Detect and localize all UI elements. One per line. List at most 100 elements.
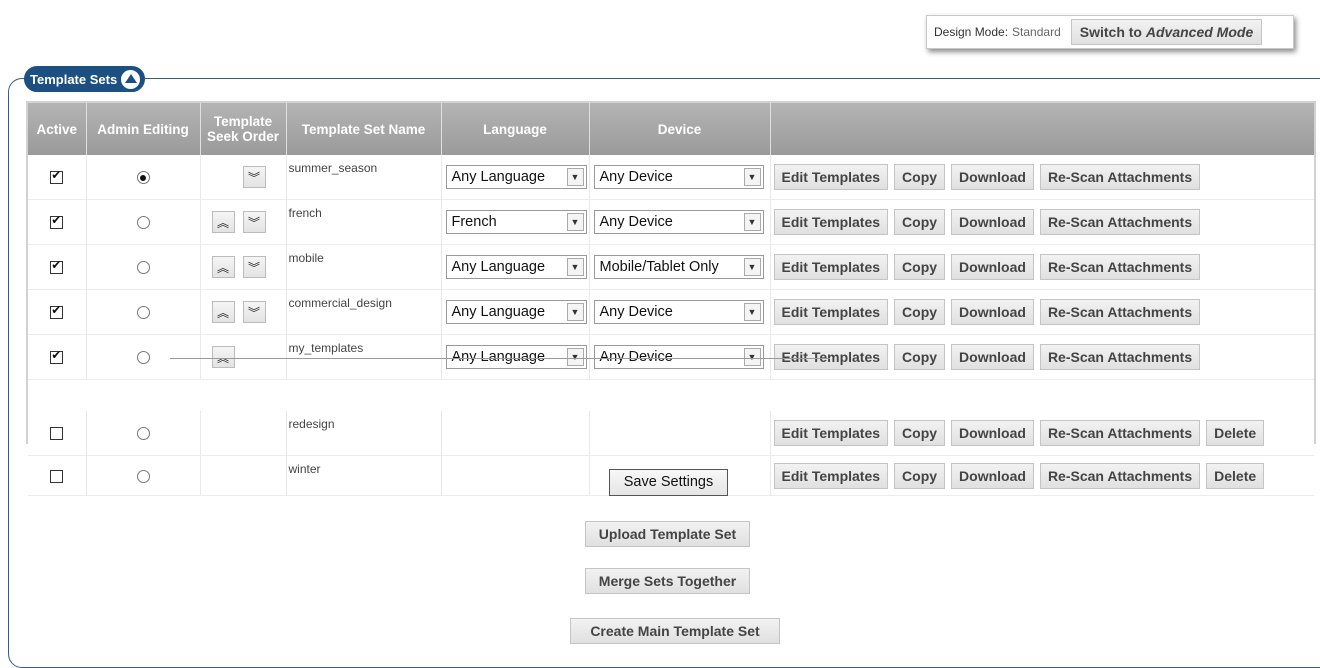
device-value: Any Device [599, 304, 673, 320]
admin-editing-radio[interactable] [136, 306, 150, 320]
language-select[interactable]: Any Language ▼ [445, 300, 587, 324]
design-mode-box: Design Mode: Standard Switch to Advanced… [926, 15, 1294, 49]
seek-order-cell [200, 411, 287, 456]
copy-button[interactable]: Copy [894, 420, 946, 446]
seek-order-controls: ︽ ︾ [201, 211, 286, 233]
language-value: Any Language [451, 169, 546, 185]
active-cell [28, 334, 87, 380]
actions-cell: Edit Templates Copy Download Re-Scan Attach… [770, 455, 1314, 496]
move-down-icon[interactable]: ︾ [242, 166, 266, 188]
admin-editing-radio[interactable] [136, 261, 150, 275]
admin-cell [86, 455, 201, 496]
edit-templates-button[interactable]: Edit Templates [773, 462, 889, 489]
edit-templates-button[interactable]: Edit Templates [773, 420, 889, 446]
delete-button[interactable]: Delete [1206, 420, 1265, 446]
edit-templates-button[interactable]: Edit Templates [773, 254, 889, 280]
download-button[interactable]: Download [951, 254, 1034, 280]
active-checkbox[interactable] [50, 427, 64, 441]
template-set-name: winter [286, 455, 442, 496]
seek-order-controls: ︾ [201, 166, 286, 188]
create-main-template-set-button[interactable]: Create Main Template Set [570, 618, 780, 644]
admin-editing-radio[interactable] [136, 351, 150, 365]
rescan-attachments-button[interactable]: Re-Scan Attachments [1039, 299, 1201, 325]
row-actions: Edit Templates Copy Download Re-Scan Attach… [771, 209, 1315, 235]
rescan-attachments-button[interactable]: Re-Scan Attachments [1039, 420, 1201, 446]
device-select[interactable]: Mobile/Tablet Only ▼ [593, 255, 764, 279]
move-up-icon[interactable]: ︽ [211, 211, 235, 233]
language-cell [441, 455, 590, 496]
move-down-icon[interactable]: ︾ [242, 211, 266, 233]
template-set-name: summer_season [286, 155, 442, 200]
language-cell: Any Language ▼ [441, 334, 590, 380]
admin-cell [86, 334, 201, 380]
rescan-attachments-button[interactable]: Re-Scan Attachments [1039, 254, 1201, 280]
language-select[interactable]: Any Language ▼ [445, 255, 587, 279]
actions-cell: Edit Templates Copy Download Re-Scan Attach… [770, 411, 1314, 456]
table-row: ︽︾commercial_designAny Language▼Any Devi… [28, 289, 1314, 335]
seek-order-controls: ︽ ︾ [201, 301, 286, 323]
move-up-icon[interactable]: ︽ [211, 301, 235, 323]
move-up-icon[interactable]: ︽ [211, 256, 235, 278]
admin-editing-radio[interactable] [136, 427, 150, 441]
language-select[interactable]: French ▼ [445, 210, 587, 234]
copy-button[interactable]: Copy [894, 164, 946, 190]
device-cell: Any Device ▼ [589, 199, 771, 245]
active-checkbox[interactable] [50, 213, 64, 230]
move-down-icon[interactable]: ︾ [242, 256, 266, 278]
rescan-attachments-button[interactable]: Re-Scan Attachments [1039, 209, 1201, 235]
seek-order-cell: ︽ ︾ [200, 199, 287, 245]
language-select[interactable]: Any Language ▼ [445, 345, 587, 369]
edit-templates-button[interactable]: Edit Templates [773, 344, 889, 370]
device-select[interactable]: Any Device ▼ [593, 300, 764, 324]
copy-button[interactable]: Copy [894, 299, 946, 325]
copy-button[interactable]: Copy [894, 209, 946, 235]
table-header-row: Active Admin Editing Template Seek Order … [28, 103, 1314, 155]
rescan-attachments-button[interactable]: Re-Scan Attachments [1039, 164, 1201, 190]
col-active: Active [28, 103, 87, 155]
download-button[interactable]: Download [951, 344, 1034, 370]
edit-templates-button[interactable]: Edit Templates [773, 209, 889, 235]
design-mode-value: Standard [1012, 25, 1061, 39]
template-sets-legend[interactable]: Template Sets [24, 66, 146, 92]
admin-editing-radio[interactable] [136, 171, 150, 185]
col-admin-editing: Admin Editing [86, 103, 201, 155]
upload-template-set-button[interactable]: Upload Template Set [585, 521, 750, 547]
seek-order-cell: ︽ ︾ [200, 289, 287, 335]
language-select[interactable]: Any Language ▼ [445, 165, 587, 189]
rescan-attachments-button[interactable]: Re-Scan Attachments [1039, 462, 1201, 489]
download-button[interactable]: Download [951, 462, 1034, 489]
template-set-name: redesign [286, 411, 442, 456]
edit-templates-button[interactable]: Edit Templates [773, 299, 889, 325]
device-value: Any Device [599, 169, 673, 185]
merge-sets-button[interactable]: Merge Sets Together [585, 568, 750, 594]
device-select[interactable]: Any Device ▼ [593, 345, 764, 369]
download-button[interactable]: Download [951, 299, 1034, 325]
device-select[interactable]: Any Device ▼ [593, 210, 764, 234]
rescan-attachments-button[interactable]: Re-Scan Attachments [1039, 344, 1201, 370]
active-checkbox[interactable] [50, 303, 64, 320]
active-checkbox[interactable] [50, 258, 64, 275]
download-button[interactable]: Download [951, 209, 1034, 235]
chevron-down-icon: ▼ [743, 348, 761, 366]
delete-button[interactable]: Delete [1206, 462, 1265, 489]
active-checkbox[interactable] [50, 168, 64, 185]
copy-button[interactable]: Copy [894, 344, 946, 370]
device-select[interactable]: Any Device ▼ [593, 165, 764, 189]
download-button[interactable]: Download [951, 164, 1034, 190]
download-button[interactable]: Download [951, 420, 1034, 446]
copy-button[interactable]: Copy [894, 462, 946, 489]
copy-button[interactable]: Copy [894, 254, 946, 280]
switch-advanced-mode-button[interactable]: Switch to Advanced Mode [1070, 19, 1263, 45]
template-sets-table: Active Admin Editing Template Seek Order … [26, 101, 1316, 496]
move-down-icon[interactable]: ︾ [242, 301, 266, 323]
collapse-toggle-icon[interactable] [120, 68, 142, 90]
edit-templates-button[interactable]: Edit Templates [773, 164, 889, 190]
save-settings-button[interactable]: Save Settings [609, 469, 728, 496]
move-up-icon[interactable]: ︽ [211, 346, 235, 368]
active-checkbox[interactable] [50, 348, 64, 365]
template-set-name: commercial_design [286, 289, 442, 335]
admin-editing-radio[interactable] [136, 469, 150, 483]
admin-editing-radio[interactable] [136, 216, 150, 230]
active-checkbox[interactable] [50, 469, 64, 483]
active-cell [28, 244, 87, 290]
